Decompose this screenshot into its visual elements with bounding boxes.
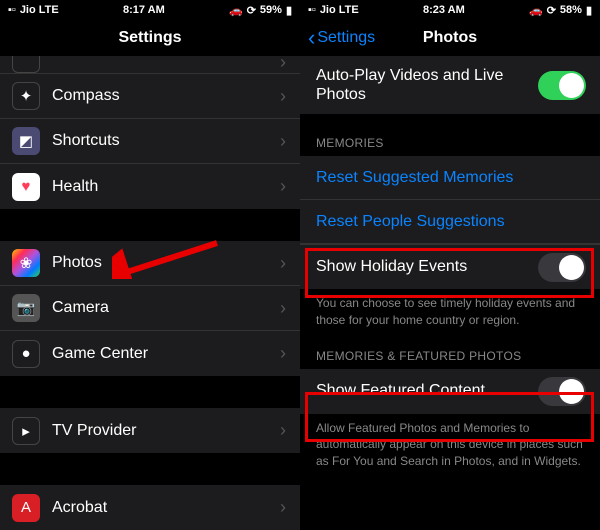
page-title: Settings	[118, 29, 181, 47]
back-label: Settings	[317, 29, 375, 47]
chevron-right-icon: ›	[280, 497, 286, 518]
photos-icon: ❀	[12, 249, 40, 277]
chevron-right-icon: ›	[280, 86, 286, 107]
annotation-box-holiday	[305, 248, 594, 298]
acrobat-label: Acrobat	[52, 499, 280, 517]
clock-label: 8:23 AM	[423, 4, 465, 16]
car-icon: 🚗	[229, 4, 243, 17]
battery-icon: ▮	[286, 4, 292, 17]
chevron-right-icon: ›	[280, 298, 286, 319]
tv-provider-icon: ▸	[12, 417, 40, 445]
chevron-right-icon: ›	[280, 343, 286, 364]
signal-icon: ▪▫	[308, 4, 316, 16]
compass-label: Compass	[52, 87, 280, 105]
row-camera[interactable]: 📷 Camera›	[0, 286, 300, 331]
car-icon: 🚗	[529, 4, 543, 17]
photos-pane: ▪▫ Jio LTE 8:23 AM 🚗 ⟳ 58% ▮ ‹Settings Photo…	[300, 0, 600, 530]
row-acrobat[interactable]: A Acrobat›	[0, 485, 300, 530]
camera-label: Camera	[52, 299, 280, 317]
row-health[interactable]: ♥ Health›	[0, 164, 300, 209]
shortcuts-icon: ◩	[12, 127, 40, 155]
annotation-arrow	[112, 237, 222, 279]
autoplay-label: Auto-Play Videos and Live Photos	[316, 66, 538, 104]
annotation-box-featured	[305, 392, 594, 442]
battery-icon: ▮	[586, 4, 592, 17]
autoplay-switch[interactable]	[538, 71, 586, 100]
tv-provider-label: TV Provider	[52, 422, 280, 440]
memories-header: MEMORIES	[300, 114, 600, 156]
row-game-center[interactable]: ● Game Center›	[0, 331, 300, 376]
row-shortcuts[interactable]: ◩ Shortcuts›	[0, 119, 300, 164]
health-icon: ♥	[12, 173, 40, 201]
compass-icon: ✦	[12, 82, 40, 110]
reset-memories-button[interactable]: Reset Suggested Memories	[300, 156, 600, 200]
health-label: Health	[52, 178, 280, 196]
header: Settings	[0, 20, 300, 56]
autoplay-row[interactable]: Auto-Play Videos and Live Photos	[300, 56, 600, 114]
shortcuts-label: Shortcuts	[52, 132, 280, 150]
unknown-icon	[12, 56, 40, 73]
back-button[interactable]: ‹Settings	[308, 27, 375, 49]
rotation-lock-icon: ⟳	[247, 4, 256, 17]
signal-icon: ▪▫	[8, 4, 16, 16]
battery-label: 58%	[560, 4, 582, 16]
row-tv-provider[interactable]: ▸ TV Provider›	[0, 408, 300, 453]
clock-label: 8:17 AM	[123, 4, 165, 16]
page-title: Photos	[423, 29, 477, 47]
camera-icon: 📷	[12, 294, 40, 322]
carrier-label: Jio LTE	[320, 4, 359, 16]
chevron-right-icon: ›	[280, 56, 286, 73]
row-unknown[interactable]: ›	[0, 56, 300, 74]
chevron-right-icon: ›	[280, 253, 286, 274]
game-center-icon: ●	[12, 340, 40, 368]
reset-memories-label: Reset Suggested Memories	[316, 169, 513, 187]
featured-header: MEMORIES & FEATURED PHOTOS	[300, 335, 600, 369]
game-center-label: Game Center	[52, 345, 280, 363]
chevron-right-icon: ›	[280, 176, 286, 197]
status-bar: ▪▫ Jio LTE 8:17 AM 🚗 ⟳ 59% ▮	[0, 0, 300, 20]
row-compass[interactable]: ✦ Compass›	[0, 74, 300, 119]
reset-people-label: Reset People Suggestions	[316, 213, 505, 231]
carrier-label: Jio LTE	[20, 4, 59, 16]
reset-people-button[interactable]: Reset People Suggestions	[300, 200, 600, 244]
acrobat-icon: A	[12, 494, 40, 522]
settings-pane: ▪▫ Jio LTE 8:17 AM 🚗 ⟳ 59% ▮ Settings › ✦ Comp…	[0, 0, 300, 530]
header: ‹Settings Photos	[300, 20, 600, 56]
battery-label: 59%	[260, 4, 282, 16]
rotation-lock-icon: ⟳	[547, 4, 556, 17]
chevron-right-icon: ›	[280, 131, 286, 152]
chevron-right-icon: ›	[280, 420, 286, 441]
chevron-left-icon: ‹	[308, 27, 315, 49]
status-bar: ▪▫ Jio LTE 8:23 AM 🚗 ⟳ 58% ▮	[300, 0, 600, 20]
